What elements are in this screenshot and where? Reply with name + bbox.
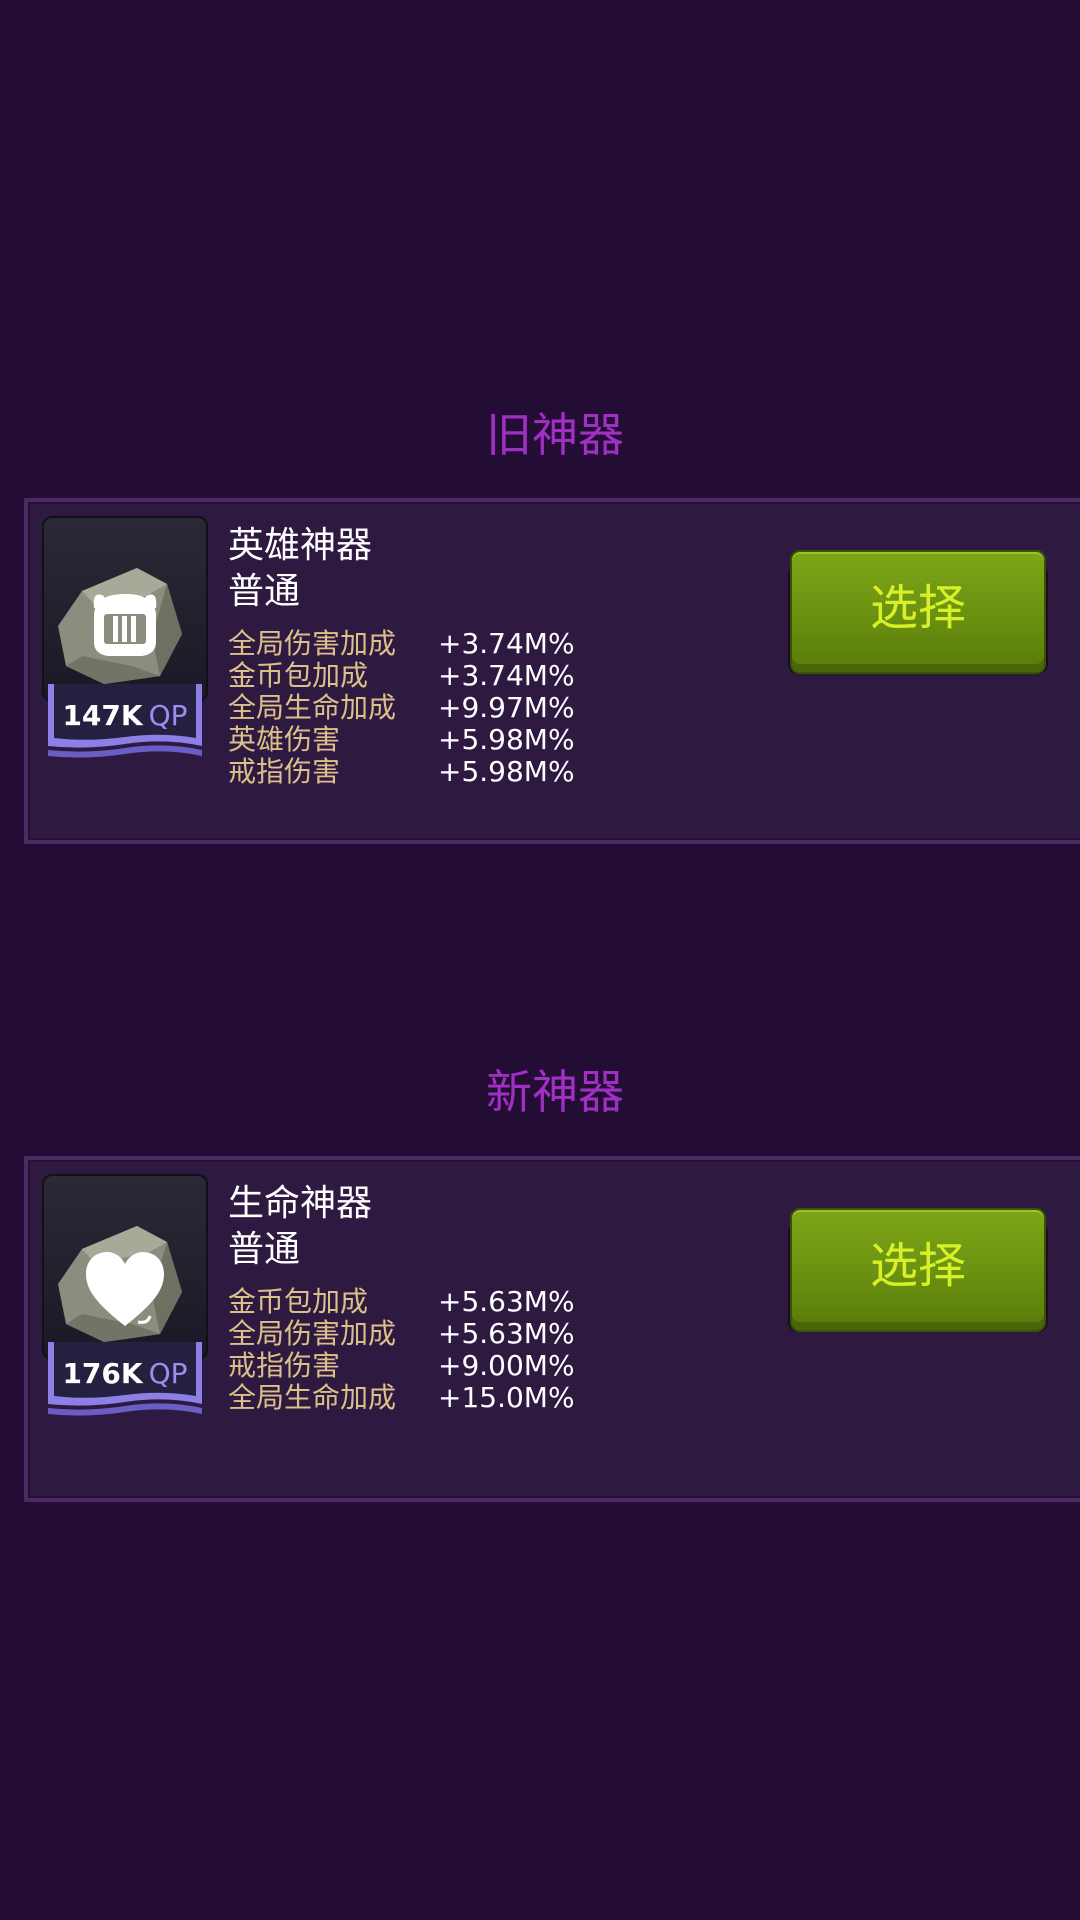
select-button-label[interactable]: 选择 (788, 578, 1048, 638)
stat-value: +3.74M% (438, 659, 575, 692)
stat-value: +5.98M% (438, 723, 575, 756)
new-artifact-title: 新神器 (486, 1065, 624, 1119)
qp-badge: 147K QP (44, 684, 206, 758)
artifact-icon-tile (42, 1174, 208, 1360)
artifact-icon-frame: 176K QP (42, 1174, 208, 1424)
stat-label: 金币包加成 (228, 659, 369, 692)
qp-value: 147K (62, 699, 143, 732)
stat-label: 全局伤害加成 (228, 1317, 397, 1350)
artifact-icon-tile (42, 516, 208, 702)
stat-value: +15.0M% (438, 1381, 575, 1414)
artifact-rarity: 普通 (228, 1229, 301, 1270)
stat-label: 戒指伤害 (228, 1349, 341, 1382)
stat-value: +5.63M% (438, 1317, 575, 1350)
stat-value: +9.00M% (438, 1349, 575, 1382)
select-old-artifact-button[interactable]: 选择 (788, 550, 1048, 674)
stat-value: +3.74M% (438, 627, 575, 660)
artifact-rarity: 普通 (228, 571, 301, 612)
qp-badge: 176K QP (44, 1342, 206, 1416)
qp-unit: QP (148, 699, 188, 732)
artifact-icon-frame: 147K QP (42, 516, 208, 766)
stat-label: 英雄伤害 (228, 723, 341, 756)
select-button-label[interactable]: 选择 (788, 1236, 1048, 1296)
stat-label: 戒指伤害 (228, 755, 341, 788)
stat-label: 全局生命加成 (228, 1381, 397, 1414)
old-artifact-title: 旧神器 (486, 408, 624, 462)
stat-label: 全局伤害加成 (228, 627, 397, 660)
artifact-name: 生命神器 (228, 1183, 373, 1224)
qp-value: 176K (62, 1357, 143, 1390)
qp-amount: 147K QP (44, 696, 206, 736)
stat-label: 金币包加成 (228, 1285, 369, 1318)
stat-value: +5.63M% (438, 1285, 575, 1318)
stat-value: +5.98M% (438, 755, 575, 788)
old-artifact-panel: 147K QP 英雄神器 普通 全局伤害加成 +3.74M% 金币包加成 +3.7… (24, 498, 1080, 844)
heart-icon (58, 1226, 182, 1342)
stat-label: 全局生命加成 (228, 691, 397, 724)
knight-helmet-icon (58, 568, 182, 684)
qp-unit: QP (148, 1357, 188, 1390)
stat-value: +9.97M% (438, 691, 575, 724)
select-new-artifact-button[interactable]: 选择 (788, 1208, 1048, 1332)
new-artifact-panel: 176K QP 生命神器 普通 金币包加成 +5.63M% 全局伤害加成 +5.6… (24, 1156, 1080, 1502)
qp-amount: 176K QP (44, 1354, 206, 1394)
artifact-name: 英雄神器 (228, 525, 373, 566)
